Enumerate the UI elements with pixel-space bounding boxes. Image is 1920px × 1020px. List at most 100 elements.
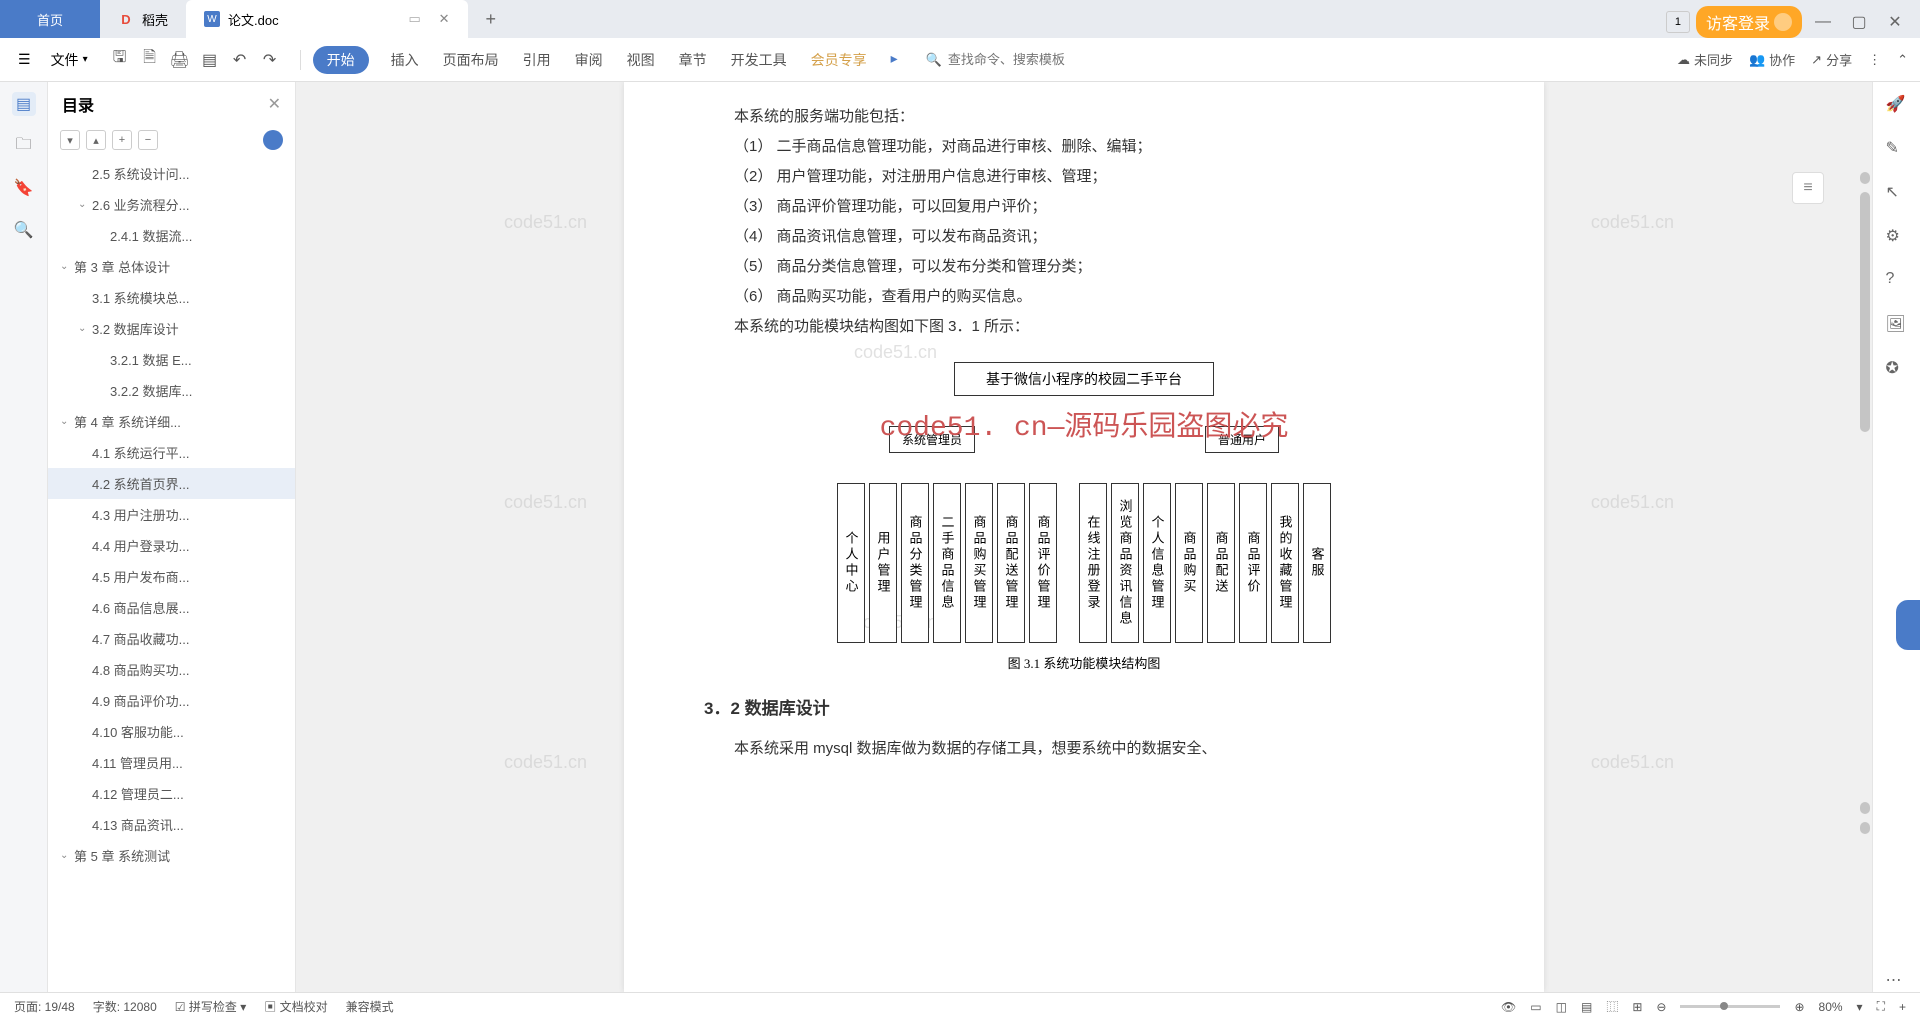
toc-item[interactable]: ⌄第 3 章 总体设计 xyxy=(48,251,295,282)
panel-icon[interactable]: 1 xyxy=(1666,11,1690,33)
page-view-icon[interactable]: ▭ xyxy=(1530,1000,1541,1014)
toc-item[interactable]: 4.8 商品购买功... xyxy=(48,654,295,685)
toc-item[interactable]: 4.4 用户登录功... xyxy=(48,530,295,561)
file-menu[interactable]: 文件 ▾ xyxy=(45,50,94,70)
toc-item[interactable]: 2.5 系统设计问... xyxy=(48,158,295,189)
hamburger-icon[interactable]: ☰ xyxy=(12,51,37,68)
toc-item[interactable]: 4.9 商品评价功... xyxy=(48,685,295,716)
zoom-dropdown-icon[interactable]: ▾ xyxy=(1857,1000,1863,1014)
toc-item[interactable]: 4.13 商品资讯... xyxy=(48,809,295,840)
tab-home[interactable]: 首页 xyxy=(0,0,100,38)
tab-document[interactable]: W 论文.doc ▭ ✕ xyxy=(186,0,467,38)
feedback-tab[interactable] xyxy=(1896,600,1920,650)
undo-icon[interactable]: ↶ xyxy=(230,50,250,70)
zoom-level[interactable]: 80% xyxy=(1819,1000,1843,1014)
reading-view-icon[interactable]: 👁 xyxy=(1501,1000,1516,1014)
toc-item[interactable]: 4.5 用户发布商... xyxy=(48,561,295,592)
close-button[interactable]: ✕ xyxy=(1880,12,1910,32)
spell-check[interactable]: ☑ 拼写检查 ▾ xyxy=(175,998,246,1015)
toc-item[interactable]: 4.12 管理员二... xyxy=(48,778,295,809)
preview-icon[interactable]: ▤ xyxy=(200,50,220,70)
pen-icon[interactable]: ✎ xyxy=(1886,138,1908,160)
ribbon-review[interactable]: 审阅 xyxy=(573,46,605,74)
ribbon-insert[interactable]: 插入 xyxy=(389,46,421,74)
toc-item[interactable]: 4.6 商品信息展... xyxy=(48,592,295,623)
fullscreen-icon[interactable]: ⛶ xyxy=(1877,999,1885,1014)
collapse-ribbon-icon[interactable]: ⌃ xyxy=(1897,52,1908,68)
toc-item[interactable]: 2.4.1 数据流... xyxy=(48,220,295,251)
coop-button[interactable]: 👥协作 xyxy=(1749,50,1795,69)
toc-expand-icon[interactable]: ▾ xyxy=(60,130,80,150)
toc-item[interactable]: 4.3 用户注册功... xyxy=(48,499,295,530)
settings-icon[interactable]: ⚙ xyxy=(1886,226,1908,248)
maximize-button[interactable]: ▢ xyxy=(1844,12,1874,32)
cursor-icon[interactable]: ↖ xyxy=(1886,182,1908,204)
doc-proof[interactable]: ▣ 文档校对 xyxy=(264,998,327,1015)
tab-new[interactable]: + xyxy=(468,0,515,38)
save-as-icon[interactable]: 🗎 xyxy=(140,50,160,70)
toc-item[interactable]: ⌄第 4 章 系统详细... xyxy=(48,406,295,437)
toc-item[interactable]: 4.2 系统首页界... xyxy=(48,468,295,499)
toc-item[interactable]: ⌄3.2 数据库设计 xyxy=(48,313,295,344)
outline-icon[interactable]: ▤ xyxy=(12,92,36,116)
minimize-button[interactable]: — xyxy=(1808,13,1838,31)
zoom-thumb[interactable] xyxy=(1720,1002,1728,1010)
collapse-pane-icon[interactable]: ≡ xyxy=(1792,172,1824,204)
badge-icon[interactable]: ✪ xyxy=(1886,358,1908,380)
add-view-icon[interactable]: + xyxy=(1899,1000,1906,1014)
toc-item[interactable]: 4.10 客服功能... xyxy=(48,716,295,747)
toc-item[interactable]: 4.7 商品收藏功... xyxy=(48,623,295,654)
toc-item[interactable]: 3.2.1 数据 E... xyxy=(48,344,295,375)
unsync-button[interactable]: ☁未同步 xyxy=(1677,50,1733,69)
find-icon[interactable]: 🔍 xyxy=(12,218,36,242)
tab-shell[interactable]: D 稻壳 xyxy=(100,0,186,38)
toc-collapse-icon[interactable]: ▴ xyxy=(86,130,106,150)
split-view-icon[interactable]: ⿲ xyxy=(1606,998,1618,1015)
document-viewport[interactable]: ≡ code51.cn code51.cn code51.cn code51.c… xyxy=(296,82,1872,992)
ribbon-chapter[interactable]: 章节 xyxy=(677,46,709,74)
ribbon-dev[interactable]: 开发工具 xyxy=(729,46,789,74)
ribbon-view[interactable]: 视图 xyxy=(625,46,657,74)
web-view-icon[interactable]: ◫ xyxy=(1556,1000,1567,1014)
compat-mode[interactable]: 兼容模式 xyxy=(346,998,394,1015)
image-icon[interactable]: 🖼 xyxy=(1886,314,1908,336)
fit-view-icon[interactable]: ⊞ xyxy=(1632,1000,1642,1014)
ribbon-start[interactable]: 开始 xyxy=(313,46,369,74)
toc-add-icon[interactable]: + xyxy=(112,130,132,150)
tab-close-icon[interactable]: ✕ xyxy=(439,11,450,27)
search-box[interactable]: 🔍 xyxy=(926,52,1128,68)
toc-item[interactable]: 4.11 管理员用... xyxy=(48,747,295,778)
more-tools-icon[interactable]: ⋯ xyxy=(1886,970,1908,992)
toc-item[interactable]: 3.2.2 数据库... xyxy=(48,375,295,406)
ribbon-more-icon[interactable]: ▸ xyxy=(889,46,900,74)
toc-remove-icon[interactable]: − xyxy=(138,130,158,150)
share-button[interactable]: ↗分享 xyxy=(1811,50,1852,69)
toc-ai-icon[interactable] xyxy=(263,130,283,150)
toc-item[interactable]: ⌄第 5 章 系统测试 xyxy=(48,840,295,871)
toc-item[interactable]: ⌄2.6 业务流程分... xyxy=(48,189,295,220)
guest-login-button[interactable]: 访客登录 xyxy=(1696,6,1802,38)
ribbon-member[interactable]: 会员专享 xyxy=(809,46,869,74)
toc-list[interactable]: 2.5 系统设计问...⌄2.6 业务流程分...2.4.1 数据流...⌄第 … xyxy=(48,158,295,992)
toc-item[interactable]: 4.1 系统运行平... xyxy=(48,437,295,468)
ribbon-layout[interactable]: 页面布局 xyxy=(441,46,501,74)
word-count[interactable]: 字数: 12080 xyxy=(93,998,157,1015)
ribbon-reference[interactable]: 引用 xyxy=(521,46,553,74)
save-icon[interactable]: 🖫 xyxy=(110,50,130,70)
print-icon[interactable]: 🖨 xyxy=(170,50,190,70)
redo-icon[interactable]: ↷ xyxy=(260,50,280,70)
search-input[interactable] xyxy=(948,52,1128,67)
folder-icon[interactable]: 🗀 xyxy=(12,134,36,158)
zoom-slider[interactable] xyxy=(1680,1005,1780,1008)
bookmark-icon[interactable]: 🔖 xyxy=(12,176,36,200)
tab-window-icon[interactable]: ▭ xyxy=(407,11,423,27)
scrollbar-thumb[interactable] xyxy=(1860,192,1870,432)
zoom-out-icon[interactable]: ⊖ xyxy=(1656,1000,1666,1014)
page-counter[interactable]: 页面: 19/48 xyxy=(14,998,75,1015)
zoom-in-icon[interactable]: ⊕ xyxy=(1794,1000,1804,1014)
toc-close-icon[interactable]: ✕ xyxy=(268,94,281,114)
help-icon[interactable]: ? xyxy=(1886,270,1908,292)
outline-view-icon[interactable]: ▤ xyxy=(1581,1000,1592,1014)
rocket-icon[interactable]: 🚀 xyxy=(1886,94,1908,116)
toc-item[interactable]: 3.1 系统模块总... xyxy=(48,282,295,313)
